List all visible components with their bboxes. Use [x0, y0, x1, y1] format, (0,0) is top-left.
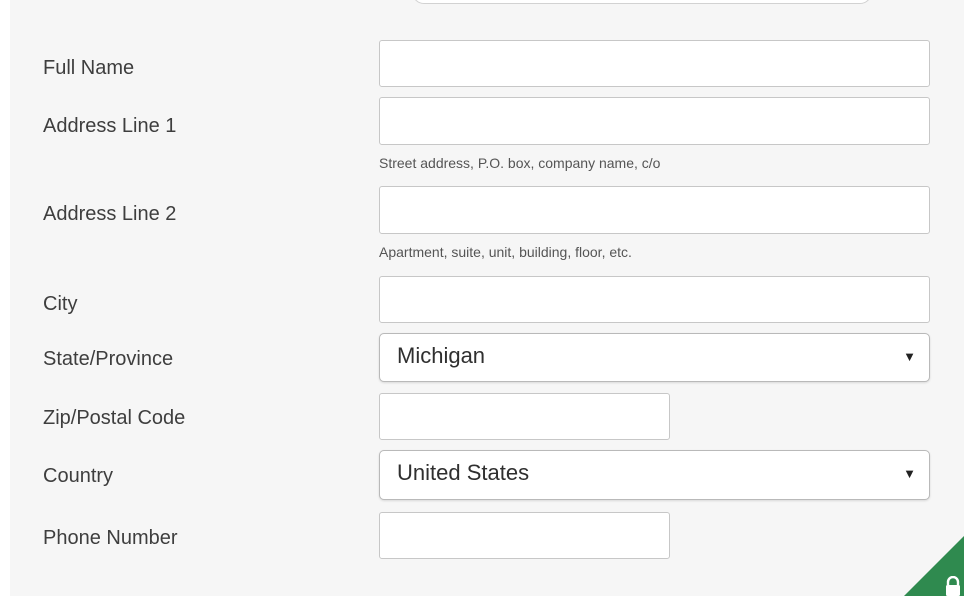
- country-selected-value: United States: [397, 460, 530, 485]
- lock-icon: [946, 576, 960, 596]
- address-line1-input[interactable]: [379, 97, 930, 145]
- city-label: City: [43, 293, 78, 315]
- address-line1-hint: Street address, P.O. box, company name, …: [379, 155, 661, 171]
- city-input[interactable]: [379, 276, 930, 323]
- country-select[interactable]: United States ▼: [379, 450, 930, 500]
- address-line2-hint: Apartment, suite, unit, building, floor,…: [379, 244, 632, 260]
- address-line1-label: Address Line 1: [43, 115, 177, 137]
- full-name-label: Full Name: [43, 57, 135, 79]
- address-line2-label: Address Line 2: [43, 203, 177, 225]
- phone-label: Phone Number: [43, 527, 178, 549]
- country-label: Country: [43, 465, 114, 487]
- dropdown-arrow-icon: ▼: [903, 466, 916, 481]
- full-name-input[interactable]: [379, 40, 930, 87]
- zip-label: Zip/Postal Code: [43, 407, 186, 429]
- zip-input[interactable]: [379, 393, 670, 440]
- state-label: State/Province: [43, 348, 174, 370]
- dropdown-arrow-icon: ▼: [903, 349, 916, 364]
- address-line2-input[interactable]: [379, 186, 930, 234]
- top-tab: [412, 0, 872, 4]
- phone-input[interactable]: [379, 512, 670, 559]
- state-selected-value: Michigan: [397, 343, 486, 368]
- state-select[interactable]: Michigan ▼: [379, 333, 930, 382]
